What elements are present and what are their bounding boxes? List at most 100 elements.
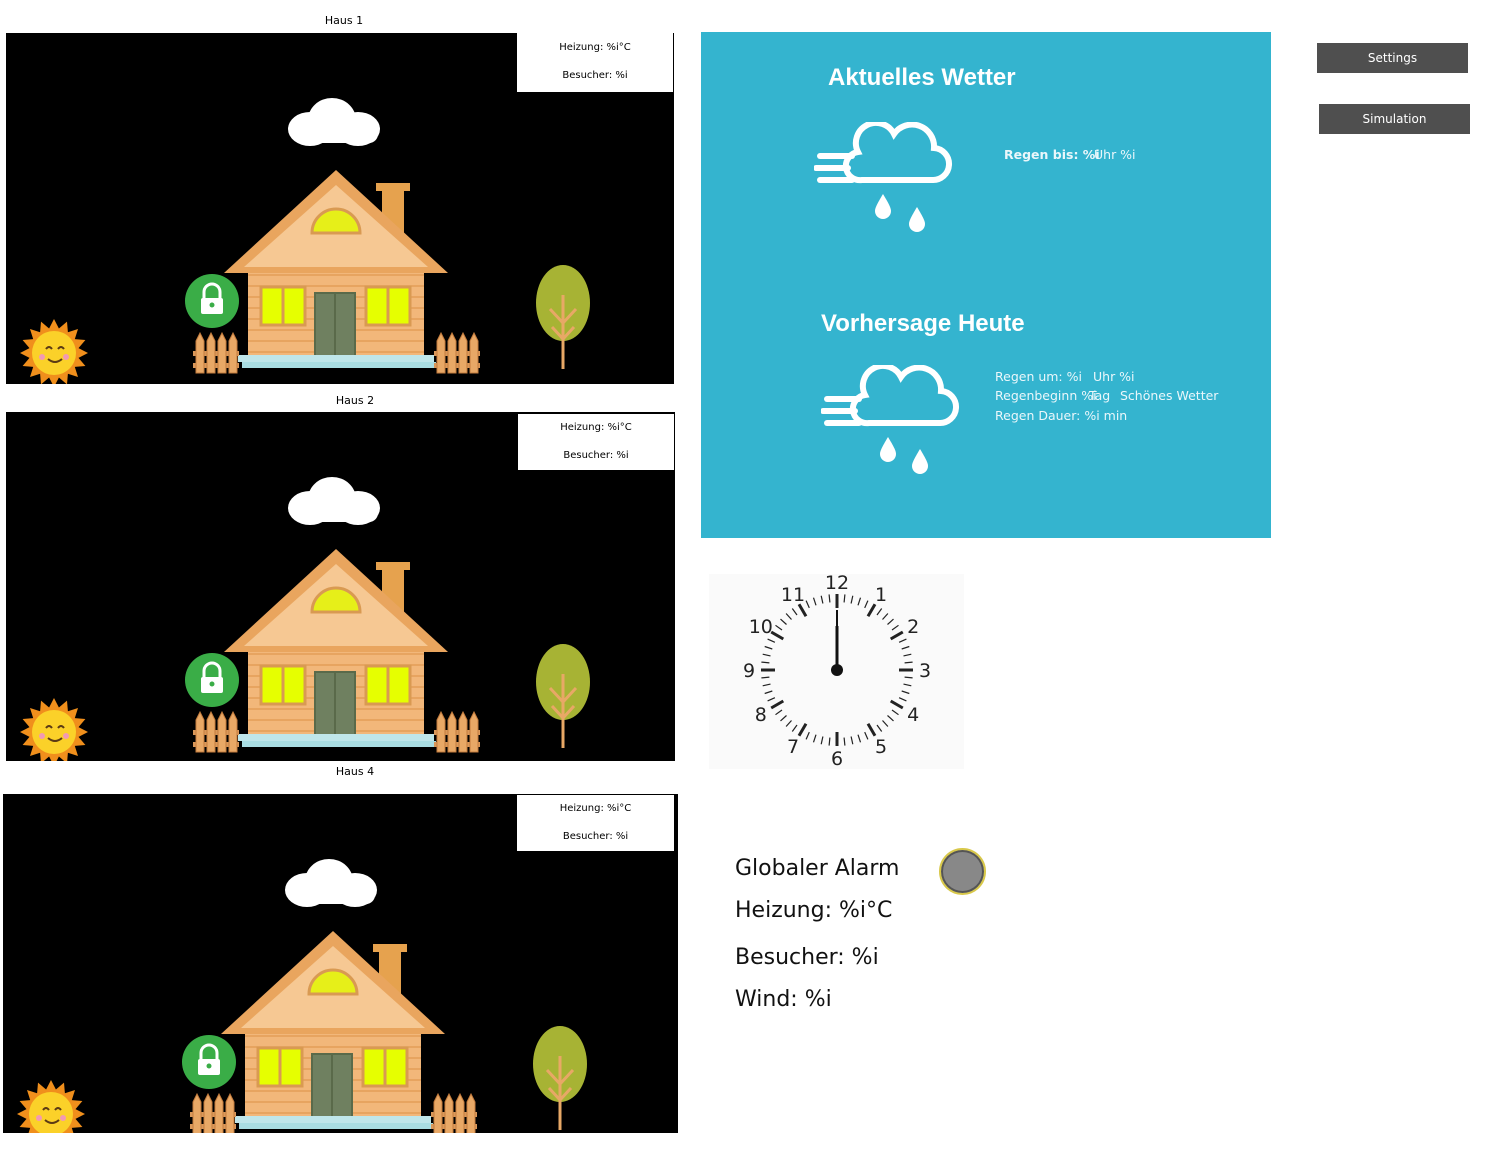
clock-tick	[780, 618, 787, 625]
house-2-heizung: Heizung: %i°C	[560, 422, 632, 433]
clock-tick	[889, 630, 904, 641]
clock-tick	[866, 722, 877, 737]
clock-tick	[904, 661, 913, 664]
clock-number: 5	[875, 736, 887, 758]
clock-tick	[812, 734, 817, 743]
clock-tick	[764, 690, 773, 695]
clock-tick	[767, 697, 776, 702]
clock-tick	[891, 709, 899, 716]
cloud-icon	[288, 477, 380, 525]
fence	[193, 331, 239, 374]
clock-face: 121234567891011	[743, 572, 931, 770]
simulation-button[interactable]: Simulation	[1319, 104, 1470, 134]
clock-tick	[850, 736, 854, 745]
fence	[190, 1092, 236, 1133]
forecast-nice-weather: Schönes Wetter	[1120, 388, 1219, 403]
clock-tick	[805, 731, 810, 740]
fence	[434, 331, 480, 374]
clock-tick	[812, 597, 817, 606]
house-icon	[224, 549, 448, 747]
forecast-rain-day: Tag	[1089, 388, 1111, 403]
clock-tick	[866, 603, 877, 618]
house-4-info-box: Heizung: %i°C Besucher: %i	[517, 795, 674, 851]
clock-tick	[904, 676, 913, 679]
clock-tick	[876, 608, 883, 616]
clock-tick	[857, 734, 862, 743]
lock-icon	[185, 653, 239, 707]
house-2-info-box: Heizung: %i°C Besucher: %i	[518, 414, 674, 470]
global-wind: Wind: %i	[735, 987, 832, 1012]
house-4-panel: Heizung: %i°C Besucher: %i	[3, 794, 678, 1133]
clock-tick	[775, 709, 783, 716]
clock-tick	[898, 638, 907, 643]
clock-tick	[820, 736, 824, 745]
cloud-icon	[285, 859, 377, 907]
clock-tick	[770, 630, 785, 641]
clock-number: 7	[787, 736, 799, 758]
clock-tick	[785, 613, 792, 620]
clock-tick	[828, 737, 831, 746]
clock-tick	[876, 724, 883, 732]
house-1-title: Haus 1	[324, 14, 364, 27]
sun-icon	[20, 319, 88, 384]
house-1-besucher: Besucher: %i	[562, 70, 628, 81]
clock-number: 3	[919, 660, 931, 682]
house-icon	[224, 170, 448, 368]
clock-tick	[889, 699, 904, 710]
house-1-info-box: Heizung: %i°C Besucher: %i	[517, 33, 673, 92]
current-weather-title: Aktuelles Wetter	[828, 64, 1016, 91]
lock-icon	[185, 274, 239, 328]
clock-number: 12	[825, 574, 849, 594]
house-1-heizung: Heizung: %i°C	[559, 42, 631, 53]
clock-tick	[775, 624, 783, 631]
house-1-panel: Heizung: %i°C Besucher: %i	[6, 33, 674, 384]
sun-icon	[20, 698, 88, 761]
clock-tick	[901, 645, 910, 650]
sun-icon	[17, 1080, 85, 1133]
settings-button[interactable]: Settings	[1317, 43, 1468, 73]
clock-number: 9	[743, 660, 755, 682]
house-2-title: Haus 2	[335, 394, 375, 407]
tree-icon	[536, 644, 590, 748]
scene-group	[20, 477, 590, 761]
house-4-besucher: Besucher: %i	[562, 831, 629, 842]
clock-tick	[820, 595, 824, 604]
clock-number: 6	[831, 748, 843, 769]
clock-number: 2	[907, 616, 919, 638]
clock-number: 8	[755, 704, 767, 726]
forecast-rain-duration: Regen Dauer: %i min	[995, 408, 1128, 423]
house-2-besucher: Besucher: %i	[563, 450, 629, 461]
clock-tick	[903, 683, 912, 687]
clock-number: 11	[781, 584, 805, 606]
clock-tick	[797, 722, 808, 737]
clock-tick	[764, 645, 773, 650]
clock-tick	[761, 676, 770, 679]
fence	[193, 710, 239, 753]
tree-icon	[533, 1026, 587, 1130]
scene-group	[17, 859, 587, 1133]
clock-tick	[864, 731, 869, 740]
forecast-title: Vorhersage Heute	[821, 310, 1025, 337]
clock-tick	[805, 600, 810, 609]
global-heizung: Heizung: %i°C	[735, 898, 893, 923]
clock-tick	[887, 618, 894, 625]
clock-tick	[857, 597, 862, 606]
clock-tick	[887, 715, 894, 722]
global-alarm-toggle[interactable]	[939, 848, 986, 895]
clock-tick	[901, 690, 910, 695]
clock-number: 1	[875, 584, 887, 606]
clock-tick	[864, 600, 869, 609]
forecast-rain-at: Regen um: %i	[995, 369, 1082, 384]
clock-number: 10	[749, 616, 773, 638]
clock-tick	[882, 720, 889, 727]
clock-tick	[891, 624, 899, 631]
clock-tick	[903, 653, 912, 657]
house-4-heizung: Heizung: %i°C	[559, 803, 632, 814]
house-2-panel: Heizung: %i°C Besucher: %i	[6, 412, 675, 761]
lock-icon	[182, 1035, 236, 1089]
global-besucher: Besucher: %i	[735, 945, 879, 970]
clock-tick	[882, 613, 889, 620]
clock-tick	[770, 699, 785, 710]
forecast-rain-start: Regenbeginn %i	[995, 388, 1097, 403]
clock-tick	[898, 697, 907, 702]
